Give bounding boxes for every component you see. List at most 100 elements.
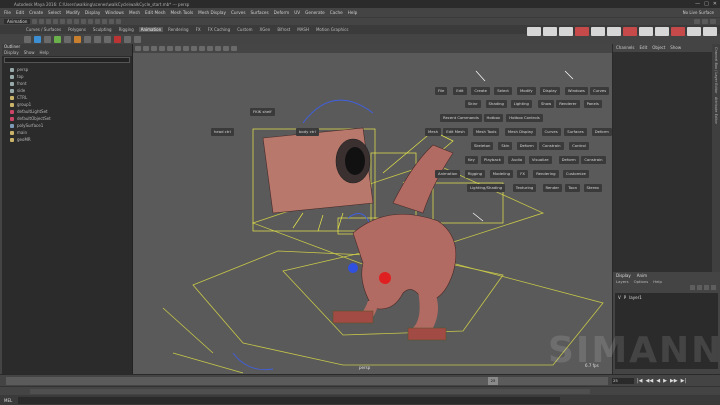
outliner-item[interactable]: defaultLightSet: [2, 108, 132, 115]
layer-up-icon[interactable]: [690, 285, 695, 290]
open-scene-icon[interactable]: [39, 19, 45, 24]
shelf-button-9[interactable]: [655, 26, 669, 36]
bookmark-icon[interactable]: [143, 46, 149, 51]
hotbox-item-modify[interactable]: Modify: [517, 87, 536, 95]
hotbox-item-curves[interactable]: Curves: [541, 128, 561, 136]
close-button[interactable]: ✕: [713, 1, 717, 7]
graph-editor-icon[interactable]: [34, 35, 41, 43]
layer-row[interactable]: V P layer1: [615, 293, 718, 301]
shelf-button-8[interactable]: [639, 26, 653, 36]
outliner-item[interactable]: group1: [2, 101, 132, 108]
layer-menu-help[interactable]: Help: [653, 279, 662, 285]
outliner-item[interactable]: side: [2, 87, 132, 94]
hotbox-item-visualize[interactable]: Visualize: [528, 156, 552, 164]
command-input[interactable]: [18, 396, 560, 404]
layer-down-icon[interactable]: [697, 285, 702, 290]
menu-uv[interactable]: UV: [292, 10, 302, 15]
hotbox-item-display[interactable]: Display: [539, 87, 560, 95]
hotbox-item-rigging[interactable]: Rigging: [464, 170, 486, 178]
shelf-tab-curves-surfaces[interactable]: Curves / Surfaces: [24, 27, 63, 32]
hotbox-item-animation[interactable]: Animation: [435, 170, 461, 178]
hotbox-item-rendering[interactable]: Rendering: [533, 170, 559, 178]
menu-file[interactable]: File: [2, 10, 13, 15]
outliner-item[interactable]: front: [2, 80, 132, 87]
menu-select[interactable]: Select: [46, 10, 63, 15]
hotbox-item-curves[interactable]: Curves: [590, 87, 610, 95]
shelf-tab-fx-caching[interactable]: FX Caching: [206, 27, 232, 32]
key-rotate-icon[interactable]: [104, 35, 111, 43]
hotbox-item-hotbox[interactable]: Hotbox: [483, 114, 504, 122]
layer-tab-display[interactable]: Display: [616, 272, 631, 279]
shadows-icon[interactable]: [215, 46, 221, 51]
range-slider-handle[interactable]: [30, 389, 590, 394]
hotbox-item-surfaces[interactable]: Surfaces: [564, 128, 587, 136]
layer-menu-layers[interactable]: Layers: [616, 279, 629, 285]
outliner-menu-display[interactable]: Display: [4, 50, 19, 56]
image-plane-icon[interactable]: [151, 46, 157, 51]
hotbox-item-playback[interactable]: Playback: [481, 156, 504, 164]
hotbox-item-windows[interactable]: Windows: [564, 87, 588, 95]
floating-label-body[interactable]: body ctrl: [296, 128, 319, 136]
viewport-panel[interactable]: FKIK shelf head ctrl body ctrl File Edit C…: [133, 44, 612, 374]
snap-curve-icon[interactable]: [95, 19, 101, 24]
menu-mesh-tools[interactable]: Mesh Tools: [169, 10, 196, 15]
side-tab-channelbox[interactable]: Channel Box / Layer Editor: [714, 47, 718, 94]
shelf-tab-rigging[interactable]: Rigging: [117, 27, 136, 32]
shelf-button-7[interactable]: [623, 26, 637, 36]
hotbox-item-edit-mesh[interactable]: Edit Mesh: [443, 128, 468, 136]
shelf-button-5[interactable]: [591, 26, 605, 36]
shelf-button-10[interactable]: [671, 26, 685, 36]
menu-generate[interactable]: Generate: [303, 10, 327, 15]
ipr-render-icon[interactable]: [116, 19, 122, 24]
current-frame-field[interactable]: 25: [612, 378, 634, 384]
smooth-shade-icon[interactable]: [191, 46, 197, 51]
minimize-button[interactable]: —: [695, 1, 700, 7]
breakdown-icon[interactable]: [124, 35, 131, 43]
step-back-key-button[interactable]: ◀◀: [646, 378, 654, 384]
hotbox-item-edit[interactable]: Edit: [453, 87, 467, 95]
hotbox-item-toon[interactable]: Toon: [565, 184, 581, 192]
shelf-tab-xgen[interactable]: XGen: [257, 27, 272, 32]
hotbox-item-select[interactable]: Select: [494, 87, 512, 95]
snap-point-icon[interactable]: [102, 19, 108, 24]
hotbox-item-shading[interactable]: Shading: [485, 100, 507, 108]
outliner-item[interactable]: CTRL: [2, 94, 132, 101]
ghost-icon[interactable]: [74, 35, 81, 43]
hotbox-item-lighting[interactable]: Lighting: [510, 100, 532, 108]
layer-visibility-toggle[interactable]: V: [618, 295, 621, 300]
hotbox-item-create[interactable]: Create: [471, 87, 491, 95]
lights-icon[interactable]: [207, 46, 213, 51]
menu-mesh[interactable]: Mesh: [127, 10, 142, 15]
new-scene-icon[interactable]: [32, 19, 38, 24]
shelf-tab-rendering[interactable]: Rendering: [166, 27, 190, 32]
hotbox-item-modeling[interactable]: Modeling: [489, 170, 514, 178]
menu-help[interactable]: Help: [346, 10, 360, 15]
shelf-button-4[interactable]: [575, 26, 589, 36]
menu-deform[interactable]: Deform: [272, 10, 292, 15]
key-scale-icon[interactable]: [114, 35, 121, 43]
key-translate-icon[interactable]: [94, 35, 101, 43]
shelf-button-11[interactable]: [687, 26, 701, 36]
hotbox-item-audio[interactable]: Audio: [508, 156, 526, 164]
hotbox-item-skinr[interactable]: Skinr: [465, 100, 481, 108]
shelf-tab-bifrost[interactable]: Bifrost: [275, 27, 292, 32]
camera-attr-icon[interactable]: [135, 46, 141, 51]
hotbox-item-control[interactable]: Control: [569, 142, 589, 150]
motion-trail-icon[interactable]: [64, 35, 71, 43]
menu-cache[interactable]: Cache: [328, 10, 345, 15]
layer-tab-anim[interactable]: Anim: [637, 272, 647, 279]
outliner-search-input[interactable]: [4, 57, 130, 63]
menu-edit[interactable]: Edit: [14, 10, 26, 15]
hotbox-item-mesh-tools[interactable]: Mesh Tools: [472, 128, 500, 136]
dope-sheet-icon[interactable]: [44, 35, 51, 43]
range-slider-bar[interactable]: [30, 389, 590, 394]
grid-icon[interactable]: [159, 46, 165, 51]
outliner-item[interactable]: geoMR: [2, 136, 132, 143]
channelbox-menu-edit[interactable]: Edit: [640, 44, 648, 51]
time-slider-track[interactable]: 25: [6, 377, 608, 385]
side-tab-attribute-editor[interactable]: Attribute Editor: [714, 97, 718, 124]
menu-modify[interactable]: Modify: [64, 10, 82, 15]
hotbox-item-mesh-display[interactable]: Mesh Display: [504, 128, 537, 136]
maximize-button[interactable]: □: [704, 1, 709, 7]
menu-display[interactable]: Display: [83, 10, 102, 15]
